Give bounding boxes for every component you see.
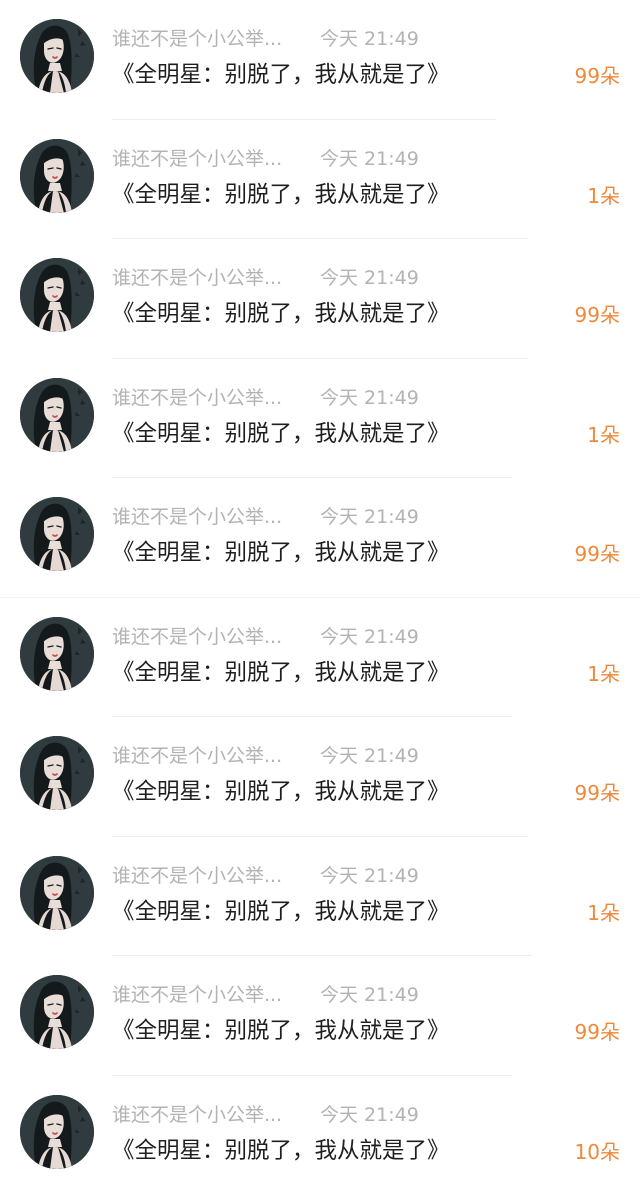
- username[interactable]: 谁还不是个小公举...: [112, 623, 320, 651]
- timestamp: 今天 21:49: [320, 506, 419, 528]
- item-meta: 谁还不是个小公举... 今天 21:49: [112, 503, 419, 531]
- flower-count: 99朵: [574, 781, 620, 805]
- avatar-girl-illustration-icon: [20, 855, 94, 930]
- username[interactable]: 谁还不是个小公举...: [112, 981, 320, 1009]
- avatar[interactable]: [20, 975, 94, 1049]
- avatar[interactable]: [20, 497, 94, 571]
- item-meta: 谁还不是个小公举... 今天 21:49: [112, 264, 419, 292]
- avatar-girl-illustration-icon: [20, 258, 94, 332]
- flower-count: 1朵: [587, 900, 620, 925]
- timestamp: 今天 21:49: [320, 1103, 419, 1126]
- timestamp: 今天 21:49: [320, 147, 419, 170]
- username[interactable]: 谁还不是个小公举...: [112, 145, 320, 173]
- timestamp: 今天 21:49: [320, 625, 419, 648]
- timestamp: 今天 21:49: [320, 267, 419, 289]
- avatar-girl-illustration-icon: [20, 736, 94, 810]
- flower-count: 1朵: [587, 661, 620, 686]
- list-item[interactable]: 谁还不是个小公举... 今天 21:49 《全明星：别脱了，我从就是了》 1朵: [0, 837, 640, 956]
- avatar[interactable]: [20, 736, 94, 810]
- list-item[interactable]: 谁还不是个小公举... 今天 21:49 《全明星：别脱了，我从就是了》 99朵: [0, 717, 640, 837]
- flower-count: 1朵: [587, 422, 620, 447]
- avatar-girl-illustration-icon: [20, 19, 94, 93]
- item-title[interactable]: 《全明星：别脱了，我从就是了》: [112, 656, 450, 690]
- item-meta: 谁还不是个小公举... 今天 21:49: [112, 384, 419, 412]
- username[interactable]: 谁还不是个小公举...: [112, 264, 320, 292]
- avatar-girl-illustration-icon: [20, 1094, 94, 1169]
- flower-count: 99朵: [574, 303, 620, 327]
- flower-count: 99朵: [574, 64, 620, 88]
- username[interactable]: 谁还不是个小公举...: [112, 503, 320, 531]
- item-title[interactable]: 《全明星：别脱了，我从就是了》: [112, 775, 450, 809]
- username[interactable]: 谁还不是个小公举...: [112, 862, 320, 890]
- avatar[interactable]: [20, 377, 94, 452]
- avatar[interactable]: [20, 258, 94, 332]
- avatar[interactable]: [20, 855, 94, 930]
- avatar-girl-illustration-icon: [20, 616, 94, 691]
- timestamp: 今天 21:49: [320, 864, 419, 887]
- item-title[interactable]: 《全明星：别脱了，我从就是了》: [112, 297, 450, 331]
- item-meta: 谁还不是个小公举... 今天 21:49: [112, 25, 419, 53]
- list-item[interactable]: 谁还不是个小公举... 今天 21:49 《全明星：别脱了，我从就是了》 1朵: [0, 359, 640, 478]
- item-title[interactable]: 《全明星：别脱了，我从就是了》: [112, 178, 450, 212]
- item-meta: 谁还不是个小公举... 今天 21:49: [112, 623, 419, 651]
- username[interactable]: 谁还不是个小公举...: [112, 742, 320, 770]
- item-title[interactable]: 《全明星：别脱了，我从就是了》: [112, 417, 450, 451]
- item-meta: 谁还不是个小公举... 今天 21:49: [112, 862, 419, 890]
- avatar[interactable]: [20, 138, 94, 213]
- item-meta: 谁还不是个小公举... 今天 21:49: [112, 742, 419, 770]
- flower-count: 99朵: [574, 1020, 620, 1044]
- item-title[interactable]: 《全明星：别脱了，我从就是了》: [112, 1134, 450, 1168]
- timestamp: 今天 21:49: [320, 386, 419, 409]
- flower-count: 1朵: [587, 183, 620, 208]
- username[interactable]: 谁还不是个小公举...: [112, 25, 320, 53]
- list-item[interactable]: 谁还不是个小公举... 今天 21:49 《全明星：别脱了，我从就是了》 1朵: [0, 598, 640, 717]
- avatar[interactable]: [20, 1094, 94, 1169]
- avatar[interactable]: [20, 616, 94, 691]
- flower-count: 10朵: [574, 1139, 620, 1164]
- item-title[interactable]: 《全明星：别脱了，我从就是了》: [112, 895, 450, 929]
- item-title[interactable]: 《全明星：别脱了，我从就是了》: [112, 58, 450, 92]
- avatar-girl-illustration-icon: [20, 377, 94, 452]
- avatar-girl-illustration-icon: [20, 138, 94, 213]
- item-meta: 谁还不是个小公举... 今天 21:49: [112, 981, 419, 1009]
- timestamp: 今天 21:49: [320, 745, 419, 767]
- list-item[interactable]: 谁还不是个小公举... 今天 21:49 《全明星：别脱了，我从就是了》 99朵: [0, 956, 640, 1076]
- avatar-girl-illustration-icon: [20, 497, 94, 571]
- timestamp: 今天 21:49: [320, 28, 419, 50]
- item-title[interactable]: 《全明星：别脱了，我从就是了》: [112, 1014, 450, 1048]
- list-item[interactable]: 谁还不是个小公举... 今天 21:49 《全明星：别脱了，我从就是了》 10朵: [0, 1076, 640, 1186]
- item-meta: 谁还不是个小公举... 今天 21:49: [112, 1101, 419, 1129]
- list-item[interactable]: 谁还不是个小公举... 今天 21:49 《全明星：别脱了，我从就是了》 99朵: [0, 0, 640, 120]
- username[interactable]: 谁还不是个小公举...: [112, 1101, 320, 1129]
- avatar[interactable]: [20, 19, 94, 93]
- list-item[interactable]: 谁还不是个小公举... 今天 21:49 《全明星：别脱了，我从就是了》 1朵: [0, 120, 640, 239]
- flower-count: 99朵: [574, 542, 620, 566]
- gift-list: 谁还不是个小公举... 今天 21:49 《全明星：别脱了，我从就是了》 99朵 …: [0, 0, 640, 1186]
- list-item[interactable]: 谁还不是个小公举... 今天 21:49 《全明星：别脱了，我从就是了》 99朵: [0, 478, 640, 598]
- avatar-girl-illustration-icon: [20, 975, 94, 1049]
- item-meta: 谁还不是个小公举... 今天 21:49: [112, 145, 419, 173]
- item-title[interactable]: 《全明星：别脱了，我从就是了》: [112, 536, 450, 570]
- username[interactable]: 谁还不是个小公举...: [112, 384, 320, 412]
- list-item[interactable]: 谁还不是个小公举... 今天 21:49 《全明星：别脱了，我从就是了》 99朵: [0, 239, 640, 359]
- timestamp: 今天 21:49: [320, 984, 419, 1006]
